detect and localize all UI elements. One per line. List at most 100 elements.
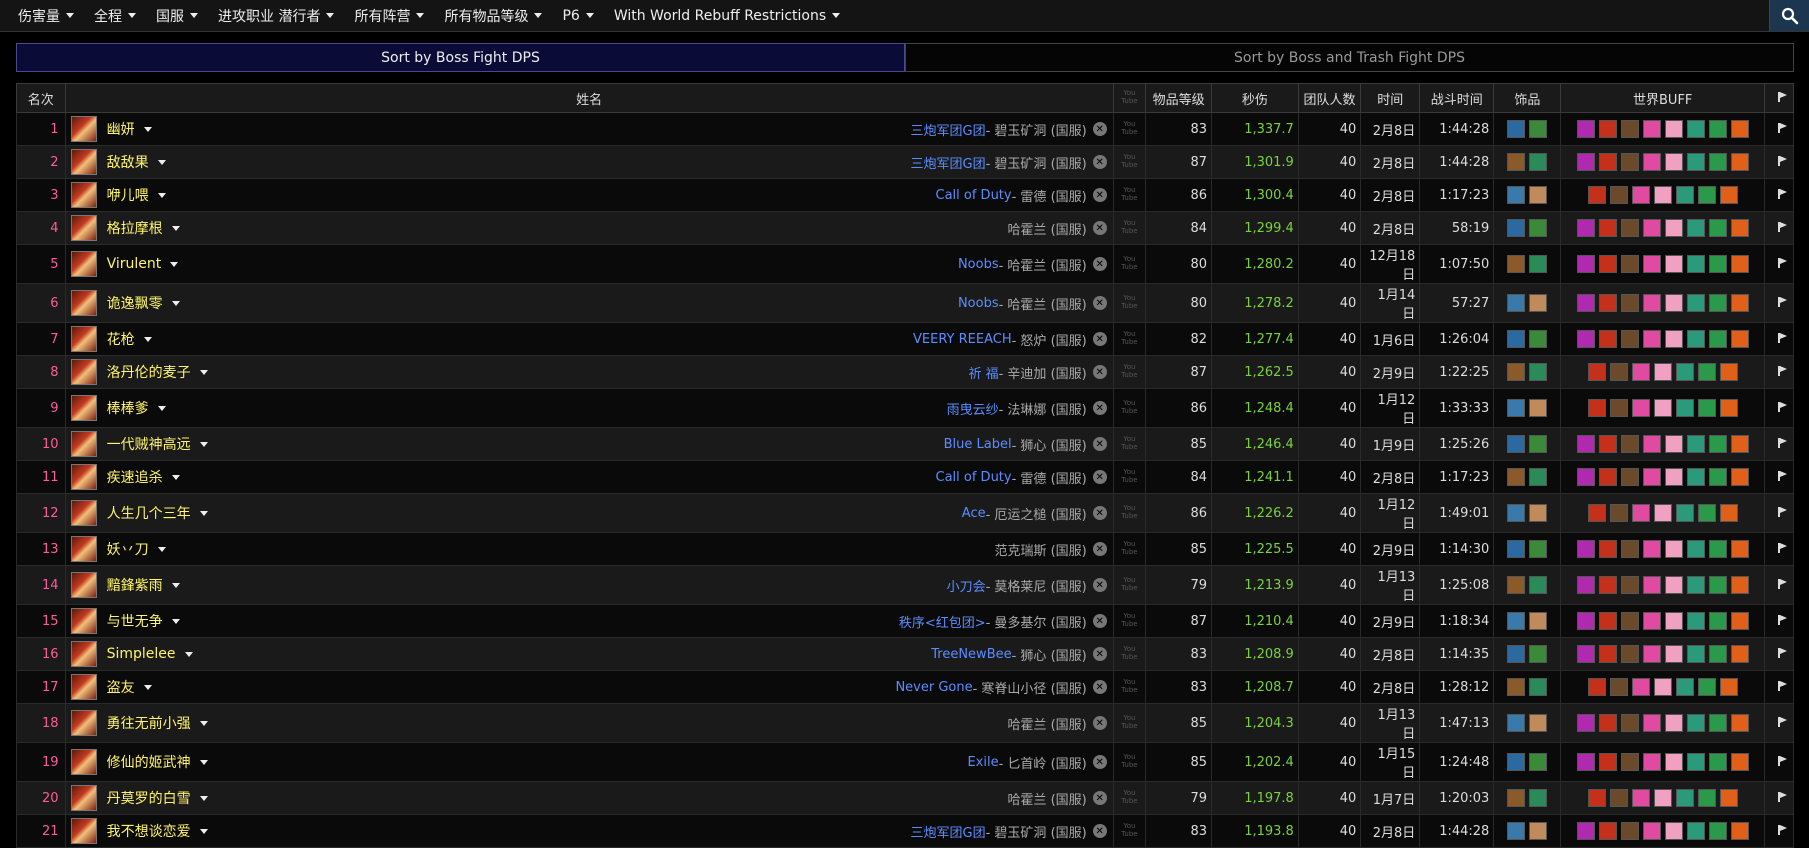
table-row[interactable]: 7 花枪 VEERY REEACH - 怒炉 (国服) ✕ You Tube 82 1,277… <box>16 322 1794 356</box>
youtube-icon[interactable]: You Tube <box>1120 645 1138 661</box>
world-buff-icon[interactable] <box>1642 435 1661 453</box>
world-buff-icon[interactable] <box>1587 186 1606 204</box>
world-buff-icon[interactable] <box>1708 576 1727 594</box>
youtube-icon[interactable]: You Tube <box>1120 255 1138 271</box>
world-buff-icon[interactable] <box>1675 363 1694 381</box>
flag-icon[interactable] <box>1778 257 1787 268</box>
world-buff-icon[interactable] <box>1675 504 1694 522</box>
world-buff-icon[interactable] <box>1576 576 1595 594</box>
world-buff-icon[interactable] <box>1642 822 1661 840</box>
armory-icon[interactable]: ✕ <box>1092 401 1107 415</box>
armory-icon[interactable]: ✕ <box>1092 221 1107 235</box>
filter-menu-item[interactable]: 所有阵营 <box>344 0 434 31</box>
trinket-icon[interactable] <box>1507 714 1526 732</box>
armory-icon[interactable]: ✕ <box>1092 824 1107 838</box>
trinket-icon[interactable] <box>1507 822 1526 840</box>
world-buff-icon[interactable] <box>1598 294 1617 312</box>
world-buff-icon[interactable] <box>1598 153 1617 171</box>
trinket-icon[interactable] <box>1507 363 1526 381</box>
flag-icon[interactable] <box>1778 155 1787 166</box>
guild-link[interactable]: Noobs <box>958 296 999 311</box>
caret-down-icon[interactable] <box>171 582 180 588</box>
world-buff-icon[interactable] <box>1675 399 1694 417</box>
world-buff-icon[interactable] <box>1620 714 1639 732</box>
world-buff-icon[interactable] <box>1598 255 1617 273</box>
world-buff-icon[interactable] <box>1631 678 1650 696</box>
player-name-link[interactable]: Virulent <box>107 256 162 272</box>
armory-icon[interactable]: ✕ <box>1092 155 1107 169</box>
world-buff-icon[interactable] <box>1598 645 1617 663</box>
youtube-icon[interactable]: You Tube <box>1120 435 1138 451</box>
table-row[interactable]: 17 盗友 Never Gone - 寒脊山小径 (国服) ✕ You Tube 83 1,2… <box>16 670 1794 704</box>
guild-link[interactable]: Noobs <box>958 257 999 272</box>
armory-icon[interactable]: ✕ <box>1092 437 1107 451</box>
trinket-icon[interactable] <box>1507 576 1526 594</box>
world-buff-icon[interactable] <box>1642 330 1661 348</box>
world-buff-icon[interactable] <box>1730 219 1749 237</box>
caret-down-icon[interactable] <box>157 159 166 165</box>
guild-link[interactable]: Exile <box>967 755 998 770</box>
armory-icon[interactable]: ✕ <box>1092 791 1107 805</box>
world-buff-icon[interactable] <box>1686 435 1705 453</box>
world-buff-icon[interactable] <box>1576 753 1595 771</box>
armory-icon[interactable]: ✕ <box>1092 614 1107 628</box>
world-buff-icon[interactable] <box>1686 822 1705 840</box>
player-name-link[interactable]: 棒棒爹 <box>107 398 149 418</box>
col-name[interactable]: 姓名 <box>64 83 1114 113</box>
world-buff-icon[interactable] <box>1653 186 1672 204</box>
player-name-link[interactable]: 诡逸飘零 <box>107 293 163 313</box>
col-date[interactable]: 时间 <box>1360 83 1421 113</box>
flag-icon[interactable] <box>1778 365 1787 376</box>
world-buff-icon[interactable] <box>1576 120 1595 138</box>
youtube-icon[interactable]: You Tube <box>1120 612 1138 628</box>
caret-down-icon[interactable] <box>171 474 180 480</box>
guild-link[interactable]: Call of Duty <box>936 188 1012 203</box>
flag-icon[interactable] <box>1778 647 1787 658</box>
table-row[interactable]: 3 咿儿喂 Call of Duty - 雷德 (国服) ✕ You Tube 86 1,30… <box>16 178 1794 212</box>
armory-icon[interactable]: ✕ <box>1092 578 1107 592</box>
world-buff-icon[interactable] <box>1664 612 1683 630</box>
caret-down-icon[interactable] <box>199 759 208 765</box>
world-buff-icon[interactable] <box>1664 645 1683 663</box>
world-buff-icon[interactable] <box>1697 789 1716 807</box>
youtube-icon[interactable]: You Tube <box>1120 219 1138 235</box>
table-row[interactable]: 5 Virulent Noobs - 哈霍兰 (国服) ✕ You Tube 80 1,280… <box>16 244 1794 284</box>
world-buff-icon[interactable] <box>1598 330 1617 348</box>
world-buff-icon[interactable] <box>1708 294 1727 312</box>
table-row[interactable]: 19 修仙的姬武神 Exile - 匕首岭 (国服) ✕ You Tube 85 1,202.… <box>16 742 1794 782</box>
flag-icon[interactable] <box>1778 716 1787 727</box>
world-buff-icon[interactable] <box>1642 255 1661 273</box>
caret-down-icon[interactable] <box>143 684 152 690</box>
world-buff-icon[interactable] <box>1620 435 1639 453</box>
world-buff-icon[interactable] <box>1598 468 1617 486</box>
flag-icon[interactable] <box>1778 221 1787 232</box>
world-buff-icon[interactable] <box>1686 153 1705 171</box>
world-buff-icon[interactable] <box>1686 576 1705 594</box>
world-buff-icon[interactable] <box>1642 120 1661 138</box>
trinket-icon[interactable] <box>1529 789 1548 807</box>
flag-icon[interactable] <box>1778 824 1787 835</box>
trinket-icon[interactable] <box>1507 468 1526 486</box>
armory-icon[interactable]: ✕ <box>1092 332 1107 346</box>
trinket-icon[interactable] <box>1529 219 1548 237</box>
col-ilvl[interactable]: 物品等级 <box>1145 83 1213 113</box>
world-buff-icon[interactable] <box>1686 294 1705 312</box>
flag-icon[interactable] <box>1778 437 1787 448</box>
world-buff-icon[interactable] <box>1719 504 1738 522</box>
flag-icon[interactable] <box>1778 122 1787 133</box>
world-buff-icon[interactable] <box>1686 120 1705 138</box>
world-buff-icon[interactable] <box>1620 219 1639 237</box>
world-buff-icon[interactable] <box>1576 219 1595 237</box>
armory-icon[interactable]: ✕ <box>1092 716 1107 730</box>
world-buff-icon[interactable] <box>1598 576 1617 594</box>
table-row[interactable]: 14 黯鋒紫雨 小刀会 - 莫格莱尼 (国服) ✕ You Tube 79 1,213.9 40… <box>16 565 1794 605</box>
world-buff-icon[interactable] <box>1576 435 1595 453</box>
caret-down-icon[interactable] <box>171 300 180 306</box>
world-buff-icon[interactable] <box>1664 468 1683 486</box>
world-buff-icon[interactable] <box>1620 468 1639 486</box>
world-buff-icon[interactable] <box>1620 294 1639 312</box>
caret-down-icon[interactable] <box>184 651 193 657</box>
world-buff-icon[interactable] <box>1708 753 1727 771</box>
table-row[interactable]: 9 棒棒爹 雨曳云纱 - 法琳娜 (国服) ✕ You Tube 86 1,248.4 40 1月… <box>16 388 1794 428</box>
player-name-link[interactable]: 疾速追杀 <box>107 467 163 487</box>
